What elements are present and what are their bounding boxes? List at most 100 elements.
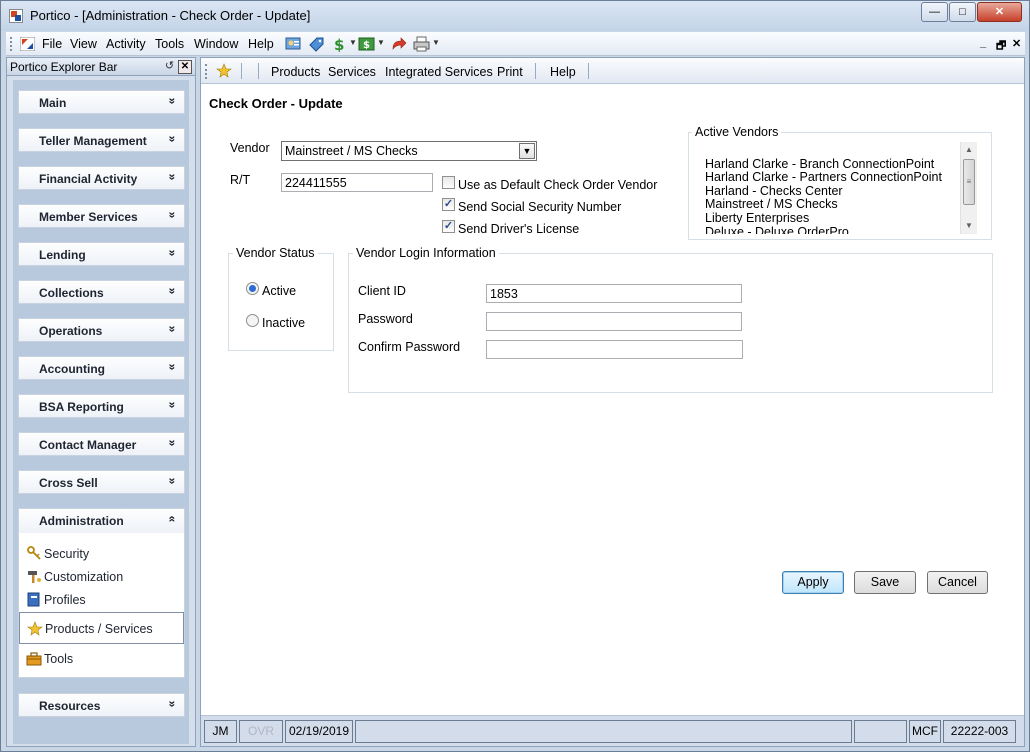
dollar-icon[interactable]: $ bbox=[331, 36, 348, 52]
nav-section-main[interactable]: Main » bbox=[18, 90, 185, 114]
nav-section-bsa-reporting[interactable]: BSA Reporting » bbox=[18, 394, 185, 418]
menu-help[interactable]: Help bbox=[248, 37, 274, 51]
list-item[interactable]: Harland Clarke - Partners ConnectionPoin… bbox=[705, 170, 942, 184]
toolbar-grip[interactable] bbox=[205, 64, 208, 79]
list-item[interactable]: Mainstreet / MS Checks bbox=[705, 197, 838, 211]
portico-menu-icon[interactable] bbox=[20, 37, 35, 51]
toolbar-print[interactable]: Print bbox=[497, 65, 523, 79]
minimize-button[interactable]: — bbox=[921, 2, 948, 22]
dropdown-arrow-icon[interactable]: ▼ bbox=[519, 143, 535, 159]
status-active-radio[interactable] bbox=[246, 282, 259, 295]
list-item[interactable]: Deluxe - Deluxe OrderPro bbox=[705, 225, 849, 234]
apply-button[interactable]: Apply bbox=[782, 571, 844, 594]
chevron-down-icon[interactable]: » bbox=[166, 478, 180, 485]
toolbar-separator bbox=[535, 63, 536, 79]
maximize-button[interactable]: □ bbox=[949, 2, 976, 22]
list-item[interactable]: Harland Clarke - Branch ConnectionPoint bbox=[705, 157, 934, 171]
scroll-up-icon[interactable]: ▲ bbox=[961, 142, 977, 158]
status-bar: JM OVR 02/19/2019 MCF 22222-003 bbox=[201, 715, 1024, 746]
chevron-down-icon[interactable]: » bbox=[166, 136, 180, 143]
printer-icon[interactable] bbox=[413, 36, 430, 52]
cash-icon[interactable]: $ bbox=[358, 36, 375, 52]
explorer-close-icon[interactable]: ✕ bbox=[178, 60, 192, 74]
nav-section-contact-manager[interactable]: Contact Manager » bbox=[18, 432, 185, 456]
toolbar-products[interactable]: Products bbox=[271, 65, 320, 79]
chevron-down-icon[interactable]: » bbox=[166, 701, 180, 708]
client-id-field[interactable]: 1853 bbox=[486, 284, 742, 303]
mdi-close-button[interactable]: ✕ bbox=[1012, 37, 1021, 50]
nav-section-resources[interactable]: Resources » bbox=[18, 693, 185, 717]
save-button[interactable]: Save bbox=[854, 571, 916, 594]
scroll-thumb[interactable]: ≡ bbox=[963, 159, 975, 205]
admin-item-products-services[interactable]: Products / Services bbox=[19, 612, 184, 644]
chevron-down-icon[interactable]: » bbox=[166, 440, 180, 447]
cash-dropdown-icon[interactable]: ▼ bbox=[377, 38, 385, 47]
active-vendors-list[interactable]: Harland Clarke - Branch ConnectionPoint … bbox=[697, 142, 977, 234]
tag-icon[interactable] bbox=[308, 36, 325, 52]
confirm-password-field[interactable] bbox=[486, 340, 743, 359]
menu-file[interactable]: File bbox=[42, 37, 62, 51]
printer-dropdown-icon[interactable]: ▼ bbox=[432, 38, 440, 47]
chevron-down-icon[interactable]: » bbox=[166, 212, 180, 219]
vendors-scrollbar[interactable]: ▲ ≡ ▼ bbox=[960, 142, 977, 234]
chevron-down-icon[interactable]: » bbox=[166, 402, 180, 409]
nav-section-financial-activity[interactable]: Financial Activity » bbox=[18, 166, 185, 190]
menu-window[interactable]: Window bbox=[194, 37, 238, 51]
toolbar-services[interactable]: Services bbox=[328, 65, 376, 79]
mdi-minimize-button[interactable]: _ bbox=[980, 37, 986, 49]
chevron-down-icon[interactable]: » bbox=[166, 98, 180, 105]
menu-view[interactable]: View bbox=[70, 37, 97, 51]
admin-item-tools[interactable]: Tools bbox=[19, 648, 184, 670]
chevron-down-icon[interactable]: » bbox=[166, 364, 180, 371]
products-services-icon[interactable] bbox=[215, 63, 233, 79]
dollar-dropdown-icon[interactable]: ▼ bbox=[349, 38, 357, 47]
nav-section-operations[interactable]: Operations » bbox=[18, 318, 185, 342]
cancel-button[interactable]: Cancel bbox=[927, 571, 988, 594]
admin-item-label: Profiles bbox=[44, 593, 86, 607]
admin-item-customization[interactable]: Customization bbox=[19, 566, 184, 588]
chevron-down-icon[interactable]: » bbox=[166, 250, 180, 257]
toolbar-integrated-services[interactable]: Integrated Services bbox=[385, 65, 493, 79]
pin-icon[interactable]: ↺ bbox=[163, 60, 176, 73]
admin-item-security[interactable]: Security bbox=[19, 543, 184, 565]
administration-header[interactable]: Administration « bbox=[19, 509, 184, 533]
list-item[interactable]: Harland - Checks Center bbox=[705, 184, 843, 198]
close-button[interactable]: ✕ bbox=[977, 2, 1022, 22]
mdi-restore-button[interactable]: 🗗 bbox=[996, 37, 1006, 56]
status-date: 02/19/2019 bbox=[285, 720, 353, 743]
explorer-bar: Portico Explorer Bar ↺ ✕ Main » Teller M… bbox=[6, 57, 196, 747]
member-lookup-icon[interactable] bbox=[285, 36, 302, 52]
toolbar-grip[interactable] bbox=[10, 37, 13, 51]
default-vendor-checkbox[interactable] bbox=[442, 176, 455, 189]
menu-tools[interactable]: Tools bbox=[155, 37, 184, 51]
nav-section-label: Teller Management bbox=[39, 134, 147, 148]
portico-app-icon[interactable] bbox=[9, 9, 23, 23]
status-inactive-radio[interactable] bbox=[246, 314, 259, 327]
nav-section-label: BSA Reporting bbox=[39, 400, 124, 414]
list-item[interactable]: Liberty Enterprises bbox=[705, 211, 809, 225]
redo-arrow-icon[interactable] bbox=[390, 36, 407, 52]
nav-section-lending[interactable]: Lending » bbox=[18, 242, 185, 266]
chevron-up-icon[interactable]: « bbox=[166, 516, 180, 523]
rt-field[interactable]: 224411555 bbox=[281, 173, 433, 192]
toolbar-separator bbox=[588, 63, 589, 79]
nav-section-teller-management[interactable]: Teller Management » bbox=[18, 128, 185, 152]
menu-activity[interactable]: Activity bbox=[106, 37, 146, 51]
send-ssn-checkbox[interactable]: ✓ bbox=[442, 198, 455, 211]
nav-section-member-services[interactable]: Member Services » bbox=[18, 204, 185, 228]
nav-section-label: Member Services bbox=[39, 210, 138, 224]
send-dl-checkbox[interactable]: ✓ bbox=[442, 220, 455, 233]
scroll-down-icon[interactable]: ▼ bbox=[961, 218, 977, 234]
vendor-select[interactable]: Mainstreet / MS Checks ▼ bbox=[281, 141, 537, 161]
nav-section-collections[interactable]: Collections » bbox=[18, 280, 185, 304]
nav-section-cross-sell[interactable]: Cross Sell » bbox=[18, 470, 185, 494]
chevron-down-icon[interactable]: » bbox=[166, 326, 180, 333]
vendor-status-title: Vendor Status bbox=[233, 246, 318, 260]
admin-item-profiles[interactable]: Profiles bbox=[19, 589, 184, 611]
chevron-down-icon[interactable]: » bbox=[166, 288, 180, 295]
toolbar-help[interactable]: Help bbox=[550, 65, 576, 79]
password-field[interactable] bbox=[486, 312, 742, 331]
title-bar: Portico - [Administration - Check Order … bbox=[1, 1, 1029, 31]
chevron-down-icon[interactable]: » bbox=[166, 174, 180, 181]
nav-section-accounting[interactable]: Accounting » bbox=[18, 356, 185, 380]
